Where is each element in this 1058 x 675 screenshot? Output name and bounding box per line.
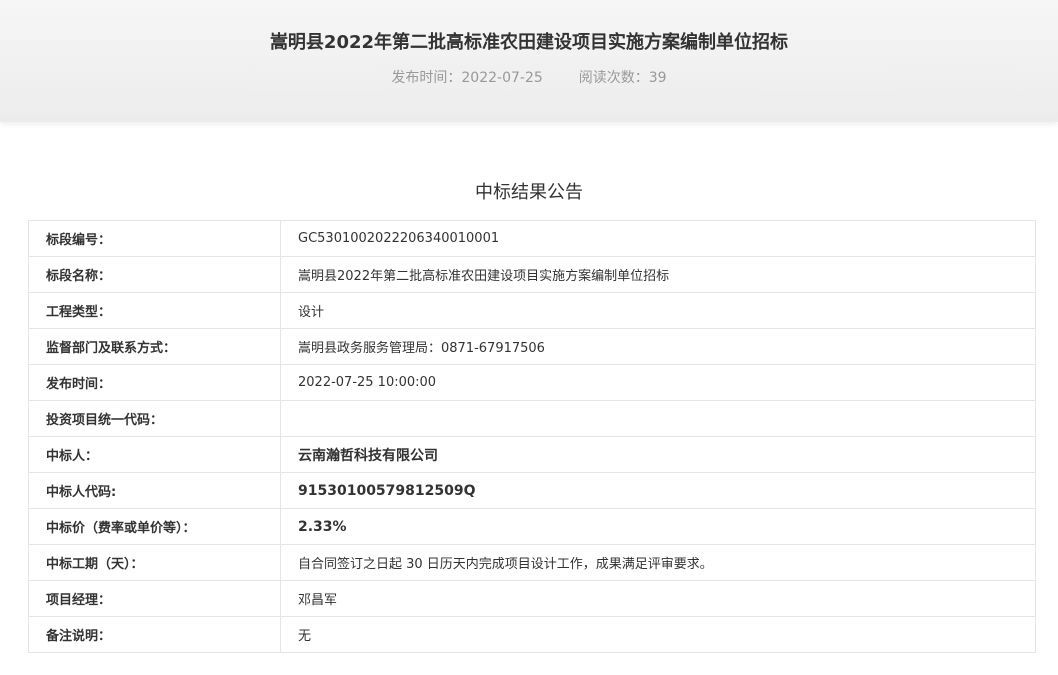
row-value: 无 bbox=[280, 616, 1036, 653]
publish-label: 发布时间： bbox=[391, 70, 462, 86]
table-row: 中标工期（天）： 自合同签订之日起 30 日历天内完成项目设计工作，成果满足评审… bbox=[28, 544, 1036, 581]
table-row: 备注说明： 无 bbox=[28, 616, 1036, 653]
row-value: 2022-07-25 10:00:00 bbox=[280, 364, 1036, 401]
row-value: 91530100579812509Q bbox=[280, 472, 1036, 509]
table-row: 发布时间： 2022-07-25 10:00:00 bbox=[28, 364, 1036, 401]
table-row: 监督部门及联系方式： 嵩明县政务服务管理局：0871-67917506 bbox=[28, 328, 1036, 365]
row-label: 监督部门及联系方式： bbox=[28, 328, 281, 365]
row-value: 2.33% bbox=[280, 508, 1036, 545]
row-value: 嵩明县2022年第二批高标准农田建设项目实施方案编制单位招标 bbox=[280, 256, 1036, 293]
table-row: 中标人代码: 91530100579812509Q bbox=[28, 472, 1036, 509]
table-row: 投资项目统一代码： bbox=[28, 400, 1036, 437]
row-value bbox=[280, 400, 1036, 437]
row-value: 嵩明县政务服务管理局：0871-67917506 bbox=[280, 328, 1036, 365]
table-row: 项目经理： 邓昌军 bbox=[28, 580, 1036, 617]
views-count: 39 bbox=[648, 70, 667, 86]
page-meta: 发布时间：2022-07-25 阅读次数：39 bbox=[0, 67, 1058, 87]
result-table: 标段编号： GC5301002022206340010001 标段名称： 嵩明县… bbox=[28, 220, 1036, 653]
page-header: 嵩明县2022年第二批高标准农田建设项目实施方案编制单位招标 发布时间：2022… bbox=[0, 0, 1058, 122]
row-label: 中标价（费率或单价等）： bbox=[28, 508, 281, 545]
row-value: 设计 bbox=[280, 292, 1036, 329]
row-label: 标段名称： bbox=[28, 256, 281, 293]
section-title: 中标结果公告 bbox=[475, 182, 583, 203]
page-title: 嵩明县2022年第二批高标准农田建设项目实施方案编制单位招标 bbox=[269, 32, 789, 53]
table-row: 标段名称： 嵩明县2022年第二批高标准农田建设项目实施方案编制单位招标 bbox=[28, 256, 1036, 293]
row-label: 备注说明： bbox=[28, 616, 281, 653]
row-label: 中标人代码: bbox=[28, 472, 281, 509]
row-label: 投资项目统一代码： bbox=[28, 400, 281, 437]
table-row: 工程类型： 设计 bbox=[28, 292, 1036, 329]
table-row: 中标价（费率或单价等）： 2.33% bbox=[28, 508, 1036, 545]
publish-date: 2022-07-25 bbox=[461, 70, 543, 86]
row-label: 标段编号： bbox=[28, 220, 281, 257]
row-label: 项目经理： bbox=[28, 580, 281, 617]
row-value: 云南瀚哲科技有限公司 bbox=[280, 436, 1036, 473]
table-row: 中标人： 云南瀚哲科技有限公司 bbox=[28, 436, 1036, 473]
row-value: GC5301002022206340010001 bbox=[280, 220, 1036, 257]
row-label: 中标工期（天）： bbox=[28, 544, 281, 581]
row-label: 发布时间： bbox=[28, 364, 281, 401]
row-label: 工程类型： bbox=[28, 292, 281, 329]
row-value: 自合同签订之日起 30 日历天内完成项目设计工作，成果满足评审要求。 bbox=[280, 544, 1036, 581]
row-value: 邓昌军 bbox=[280, 580, 1036, 617]
views-label: 阅读次数： bbox=[578, 70, 649, 86]
table-row: 标段编号： GC5301002022206340010001 bbox=[28, 220, 1036, 257]
row-label: 中标人： bbox=[28, 436, 281, 473]
